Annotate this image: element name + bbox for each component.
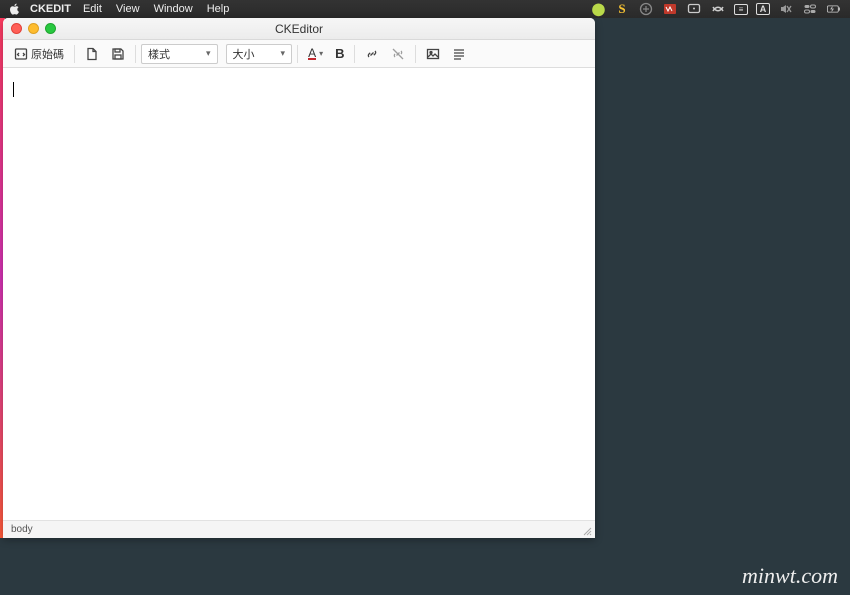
input-method-icon[interactable]: A — [756, 3, 770, 15]
menu-edit[interactable]: Edit — [83, 3, 102, 15]
toolbar-separator — [297, 45, 298, 63]
apple-menu-icon[interactable] — [8, 3, 20, 15]
size-select[interactable]: 大小 ▾ — [226, 44, 293, 64]
battery-charging-icon[interactable] — [826, 2, 842, 16]
control-center-icon[interactable] — [802, 2, 818, 16]
menu-help[interactable]: Help — [207, 3, 230, 15]
toolbar-separator — [354, 45, 355, 63]
menu-view[interactable]: View — [116, 3, 140, 15]
text-cursor — [13, 82, 14, 97]
editor-toolbar: 原始碼 樣式 ▾ 大小 ▾ A ▾ B — [3, 40, 595, 68]
link-button[interactable] — [360, 43, 384, 65]
size-select-label: 大小 — [233, 46, 255, 62]
line-app-icon[interactable]: ⬤ — [590, 2, 606, 16]
skype-icon[interactable]: S — [614, 2, 630, 16]
titlebar[interactable]: CKEditor — [3, 18, 595, 40]
image-button[interactable] — [421, 43, 445, 65]
system-tray: ⬤ S ≡ A — [590, 2, 842, 16]
screen-icon[interactable] — [686, 2, 702, 16]
resize-handle[interactable] — [583, 527, 592, 536]
toolbar-separator — [415, 45, 416, 63]
editor-content-area[interactable] — [3, 68, 595, 520]
justify-button[interactable] — [447, 43, 471, 65]
source-label: 原始碼 — [31, 46, 64, 62]
source-button[interactable]: 原始碼 — [9, 43, 69, 65]
unlink-button[interactable] — [386, 43, 410, 65]
tray-icon-5[interactable]: ≡ — [734, 4, 748, 15]
status-bar: body — [3, 520, 595, 538]
font-color-glyph: A — [308, 48, 316, 60]
style-select-label: 樣式 — [148, 46, 170, 62]
font-color-button[interactable]: A ▾ — [303, 43, 328, 65]
ckeditor-window: CKEditor 原始碼 樣式 ▾ 大小 ▾ A ▾ B — [3, 18, 595, 538]
window-title: CKEditor — [3, 22, 595, 36]
chevron-down-icon: ▾ — [319, 49, 323, 58]
element-path[interactable]: body — [11, 524, 33, 535]
tray-icon-4[interactable] — [710, 2, 726, 16]
volume-muted-icon[interactable] — [778, 2, 794, 16]
toolbar-separator — [74, 45, 75, 63]
chevron-down-icon: ▾ — [281, 48, 286, 59]
toolbar-separator — [135, 45, 136, 63]
menu-window[interactable]: Window — [154, 3, 193, 15]
tray-icon-1[interactable] — [638, 2, 654, 16]
watermark-text: minwt.com — [742, 563, 838, 589]
new-doc-button[interactable] — [80, 43, 104, 65]
style-select[interactable]: 樣式 ▾ — [141, 44, 218, 64]
chevron-down-icon: ▾ — [206, 48, 211, 59]
app-name[interactable]: CKEDIT — [30, 3, 71, 15]
tray-icon-2[interactable] — [662, 2, 678, 16]
macos-menubar: CKEDIT Edit View Window Help ⬤ S ≡ A — [0, 0, 850, 18]
save-button[interactable] — [106, 43, 130, 65]
bold-glyph: B — [335, 46, 344, 61]
bold-button[interactable]: B — [330, 43, 349, 65]
